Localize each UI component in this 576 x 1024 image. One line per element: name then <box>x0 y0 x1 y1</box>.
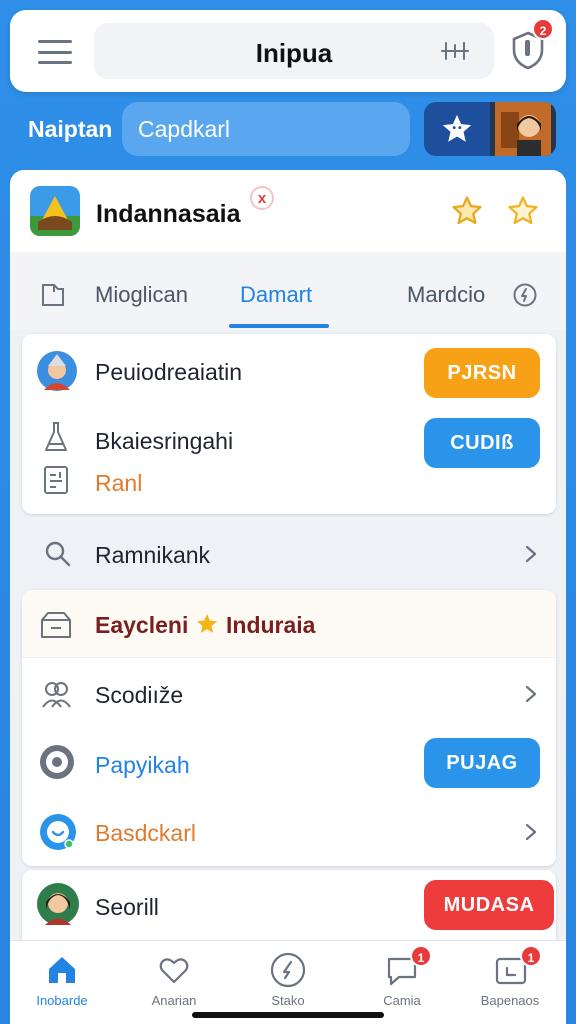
chevron-right-icon <box>525 823 537 841</box>
shield-button[interactable]: 2 <box>510 18 554 74</box>
row-label: Bkaiesringahi <box>95 428 234 454</box>
avatar <box>37 883 79 925</box>
page-title: Inipua <box>255 38 333 68</box>
card-secondary: Eaycleni Induraia Scodiıže Papyikah PUJA… <box>22 590 556 866</box>
inbox-icon <box>41 612 71 638</box>
nav-item-media[interactable]: 1 Bapenaos <box>460 941 560 1024</box>
star-icon <box>442 114 472 142</box>
tab-damart[interactable]: Damart <box>240 282 312 308</box>
info-icon[interactable] <box>512 282 538 308</box>
card-primary-actions: Peuiodreaiatin PJRSN Bkaiesringahi CUDIß… <box>22 334 556 514</box>
card-title-left: Eaycleni <box>95 612 189 638</box>
favorites-button[interactable] <box>424 102 490 156</box>
nav-label: Stako <box>271 993 305 1008</box>
row-label-orange: Ranl <box>95 470 143 496</box>
notification-badge: 1 <box>520 945 542 967</box>
profile-icon <box>37 351 77 391</box>
action-button-blue[interactable]: CUDIß <box>424 418 540 468</box>
chevron-right-icon <box>525 545 537 563</box>
app-frame: Inipua 2 Naiptan Capdkarl Indannasaia x … <box>0 0 576 1024</box>
app-header: Indannasaia x <box>10 170 566 252</box>
compass-icon <box>270 952 306 988</box>
folder-icon <box>42 284 64 306</box>
main-panel: Indannasaia x Mioglican Damart Mardcio P… <box>10 170 566 1024</box>
heart-icon <box>159 958 189 984</box>
title-pill[interactable]: Inipua <box>94 23 494 79</box>
chat-bubble-icon <box>40 814 76 850</box>
list-row-scodi[interactable]: Scodiıže <box>22 658 556 728</box>
notification-badge: 1 <box>410 945 432 967</box>
action-button-blue[interactable]: PUJAG <box>424 738 540 788</box>
list-row-basdckarl[interactable]: Basdckarl <box>22 798 556 866</box>
star-outline-icon[interactable] <box>506 194 540 228</box>
row-label: Ramnikank <box>95 542 211 568</box>
notification-badge: 2 <box>532 18 554 40</box>
search-label: Naiptan <box>28 116 113 142</box>
row-label-orange: Basdckarl <box>95 820 196 846</box>
action-button-orange[interactable]: PJRSN <box>424 348 540 398</box>
close-icon[interactable]: x <box>250 186 274 210</box>
profile-avatar-button[interactable] <box>490 102 556 156</box>
search-input[interactable] <box>122 102 410 156</box>
nav-label: Inobarde <box>36 993 88 1008</box>
star-icon <box>197 614 217 633</box>
card-header: Eaycleni Induraia <box>22 590 556 658</box>
menu-icon[interactable] <box>38 40 72 64</box>
row-label: Seorill <box>95 894 159 920</box>
users-icon <box>42 682 71 708</box>
tab-mioglican[interactable]: Mioglican <box>95 282 188 308</box>
row-label: Scodiıže <box>95 682 184 708</box>
search-icon <box>45 541 71 567</box>
action-button-red[interactable]: MUDASA <box>424 880 554 930</box>
row-label-blue: Papyikah <box>95 752 190 778</box>
list-row-papyikah: Papyikah PUJAG <box>22 728 556 798</box>
list-row-ramnikank[interactable]: Ramnikank <box>10 522 566 584</box>
app-logo-icon <box>30 186 80 236</box>
top-bar: Inipua 2 <box>10 10 566 92</box>
tab-bar: Mioglican Damart Mardcio <box>10 252 566 330</box>
document-icon <box>44 466 68 494</box>
sliders-icon[interactable] <box>438 39 472 63</box>
chevron-right-icon <box>525 685 537 703</box>
app-name: Indannasaia <box>96 200 241 228</box>
target-icon <box>40 745 74 779</box>
tab-mardcio[interactable]: Mardcio <box>407 282 485 308</box>
nav-item-home[interactable]: Inobarde <box>12 941 112 1024</box>
home-indicator[interactable] <box>192 1012 384 1018</box>
home-icon <box>49 957 75 983</box>
star-outline-icon[interactable] <box>450 194 484 228</box>
row-label: Peuiodreaiatin <box>95 359 243 385</box>
flask-icon <box>45 422 67 451</box>
nav-label: Anarian <box>151 993 197 1008</box>
card-title-right: Induraia <box>226 612 316 638</box>
nav-label: Bapenaos <box>480 993 540 1008</box>
active-tab-indicator <box>229 324 329 328</box>
avatar <box>495 102 551 156</box>
nav-label: Camia <box>383 993 421 1008</box>
